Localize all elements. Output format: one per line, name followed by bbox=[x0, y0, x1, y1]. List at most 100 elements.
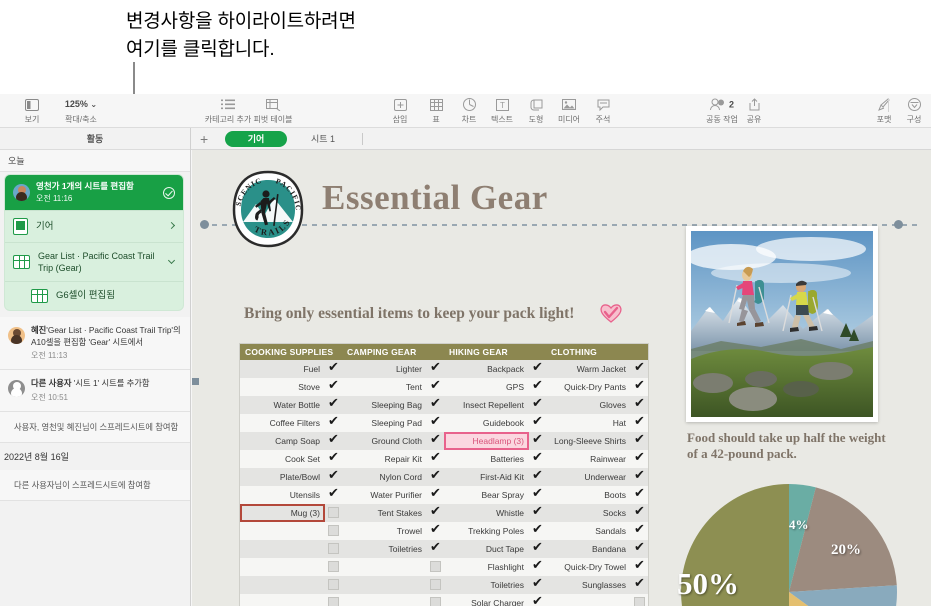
checkmark-icon[interactable] bbox=[634, 557, 645, 573]
checkmark-icon[interactable] bbox=[634, 395, 645, 411]
table-cell-label[interactable]: Sunglasses bbox=[546, 576, 631, 594]
toolbar-pivot-table-button[interactable]: 피벗 테이블 bbox=[240, 96, 306, 125]
checkmark-icon[interactable] bbox=[634, 467, 645, 483]
pie-chart[interactable]: 50% 4% 20% 11% 15% bbox=[647, 482, 931, 606]
table-cell-checkbox[interactable] bbox=[325, 377, 342, 396]
table-row[interactable]: Utensils Water Purifier Bear Spray Boots bbox=[240, 485, 648, 504]
table-cell-label[interactable] bbox=[342, 558, 427, 576]
table-cell-label[interactable]: Fuel bbox=[240, 360, 325, 378]
canvas-handle-left[interactable] bbox=[192, 378, 199, 385]
table-cell-label[interactable] bbox=[240, 594, 325, 606]
checkmark-icon[interactable] bbox=[328, 467, 339, 483]
table-cell-checkbox[interactable] bbox=[325, 576, 342, 594]
table-cell-label[interactable]: Trowel bbox=[342, 522, 427, 540]
activity-plain-item[interactable]: 사용자, 영천및 혜진님이 스프레드시트에 참여함 bbox=[0, 411, 190, 443]
checkmark-icon[interactable] bbox=[634, 413, 645, 429]
table-cell-label[interactable]: Coffee Filters bbox=[240, 414, 325, 432]
table-cell-label[interactable]: Long-Sleeve Shirts bbox=[546, 432, 631, 450]
checkmark-icon[interactable] bbox=[634, 485, 645, 501]
table-cell-checkbox[interactable] bbox=[427, 467, 444, 486]
table-cell-checkbox[interactable] bbox=[529, 431, 546, 450]
table-cell-checkbox[interactable] bbox=[529, 485, 546, 504]
table-cell-label[interactable]: Plate/Bowl bbox=[240, 468, 325, 486]
checkmark-icon[interactable] bbox=[328, 485, 339, 501]
checkmark-icon[interactable] bbox=[532, 467, 543, 483]
checkmark-icon[interactable] bbox=[328, 431, 339, 447]
checkmark-icon[interactable] bbox=[328, 377, 339, 393]
table-cell-checkbox[interactable] bbox=[427, 594, 444, 606]
checkmark-icon[interactable] bbox=[634, 431, 645, 447]
table-cell-label[interactable]: Mug (3) bbox=[240, 504, 325, 522]
table-cell-label[interactable]: Nylon Cord bbox=[342, 468, 427, 486]
checkmark-icon[interactable] bbox=[328, 449, 339, 465]
checkbox-empty-icon[interactable] bbox=[430, 561, 441, 573]
table-cell-checkbox[interactable] bbox=[427, 431, 444, 450]
activity-entry[interactable]: 다른 사용자 '시트 1' 시트를 추가함 오전 10:51 bbox=[0, 370, 190, 412]
table-cell-label[interactable]: Backpack bbox=[444, 360, 529, 378]
checkmark-icon[interactable] bbox=[532, 413, 543, 429]
table-cell-label[interactable] bbox=[342, 576, 427, 594]
checkmark-icon[interactable] bbox=[634, 449, 645, 465]
table-cell-checkbox[interactable] bbox=[427, 576, 444, 594]
table-cell-checkbox[interactable] bbox=[529, 395, 546, 414]
checkmark-icon[interactable] bbox=[634, 521, 645, 537]
checkmark-icon[interactable] bbox=[430, 431, 441, 447]
table-row[interactable]: Toiletries Duct Tape Bandana bbox=[240, 539, 648, 558]
table-cell-checkbox[interactable] bbox=[529, 521, 546, 540]
table-cell-label[interactable]: Sleeping Bag bbox=[342, 396, 427, 414]
table-cell-checkbox[interactable] bbox=[427, 521, 444, 540]
table-cell-checkbox[interactable] bbox=[631, 594, 648, 606]
activity-entry[interactable]: 혜진'Gear List · Pacific Coast Trail Trip'… bbox=[0, 317, 190, 370]
table-cell-label[interactable]: Bear Spray bbox=[444, 486, 529, 504]
table-cell-checkbox[interactable] bbox=[325, 594, 342, 606]
activity-child-gear[interactable]: 기어 bbox=[5, 210, 183, 242]
checkmark-icon[interactable] bbox=[430, 413, 441, 429]
table-cell-checkbox[interactable] bbox=[325, 359, 342, 378]
table-cell-label[interactable]: Gloves bbox=[546, 396, 631, 414]
table-cell-checkbox[interactable] bbox=[631, 575, 648, 594]
table-cell-checkbox[interactable] bbox=[631, 467, 648, 486]
table-cell-label[interactable]: Hat bbox=[546, 414, 631, 432]
toolbar-organize-button[interactable]: 구성 bbox=[897, 96, 931, 125]
checkmark-icon[interactable] bbox=[430, 521, 441, 537]
table-cell-checkbox[interactable] bbox=[631, 395, 648, 414]
checkmark-icon[interactable] bbox=[634, 377, 645, 393]
table-cell-checkbox[interactable] bbox=[325, 558, 342, 576]
table-cell-label[interactable]: Toiletries bbox=[342, 540, 427, 558]
table-cell-label[interactable]: Flashlight bbox=[444, 558, 529, 576]
table-cell-checkbox[interactable] bbox=[529, 503, 546, 522]
table-cell-checkbox[interactable] bbox=[325, 449, 342, 468]
table-cell-label[interactable]: Camp Soap bbox=[240, 432, 325, 450]
checkmark-icon[interactable] bbox=[634, 503, 645, 519]
table-row[interactable]: Flashlight Quick-Dry Towel bbox=[240, 557, 648, 576]
table-cell-checkbox[interactable] bbox=[631, 359, 648, 378]
table-cell-label[interactable]: Toiletries bbox=[444, 576, 529, 594]
table-row[interactable]: Stove Tent GPS Quick-Dry Pants bbox=[240, 377, 648, 396]
table-cell-label[interactable]: Underwear bbox=[546, 468, 631, 486]
toolbar-share-button[interactable]: 공유 bbox=[736, 96, 772, 125]
table-cell-checkbox[interactable] bbox=[529, 359, 546, 378]
table-cell-label[interactable]: Trekking Poles bbox=[444, 522, 529, 540]
table-cell-label[interactable]: Guidebook bbox=[444, 414, 529, 432]
checkbox-empty-icon[interactable] bbox=[328, 525, 339, 537]
table-cell-checkbox[interactable] bbox=[427, 395, 444, 414]
table-cell-label[interactable]: Utensils bbox=[240, 486, 325, 504]
table-cell-checkbox[interactable] bbox=[529, 449, 546, 468]
checkmark-icon[interactable] bbox=[634, 359, 645, 375]
checkmark-icon[interactable] bbox=[328, 359, 339, 375]
hikers-photo[interactable] bbox=[686, 226, 878, 422]
add-sheet-button[interactable]: + bbox=[200, 131, 208, 147]
table-cell-label[interactable]: Insect Repellent bbox=[444, 396, 529, 414]
table-cell-label[interactable]: Headlamp (3) bbox=[444, 432, 529, 450]
table-cell-checkbox[interactable] bbox=[325, 467, 342, 486]
checkmark-icon[interactable] bbox=[532, 575, 543, 591]
table-cell-checkbox[interactable] bbox=[529, 557, 546, 576]
checkmark-icon[interactable] bbox=[430, 539, 441, 555]
check-circle-icon[interactable] bbox=[163, 186, 175, 199]
checkbox-empty-icon[interactable] bbox=[634, 597, 645, 606]
table-cell-label[interactable] bbox=[240, 558, 325, 576]
column-header-cooking[interactable]: COOKING SUPPLIES bbox=[240, 344, 342, 360]
table-cell-label[interactable]: Quick-Dry Towel bbox=[546, 558, 631, 576]
table-row[interactable]: Fuel Lighter Backpack Warm Jacket bbox=[240, 359, 648, 378]
table-cell-label[interactable]: Rainwear bbox=[546, 450, 631, 468]
